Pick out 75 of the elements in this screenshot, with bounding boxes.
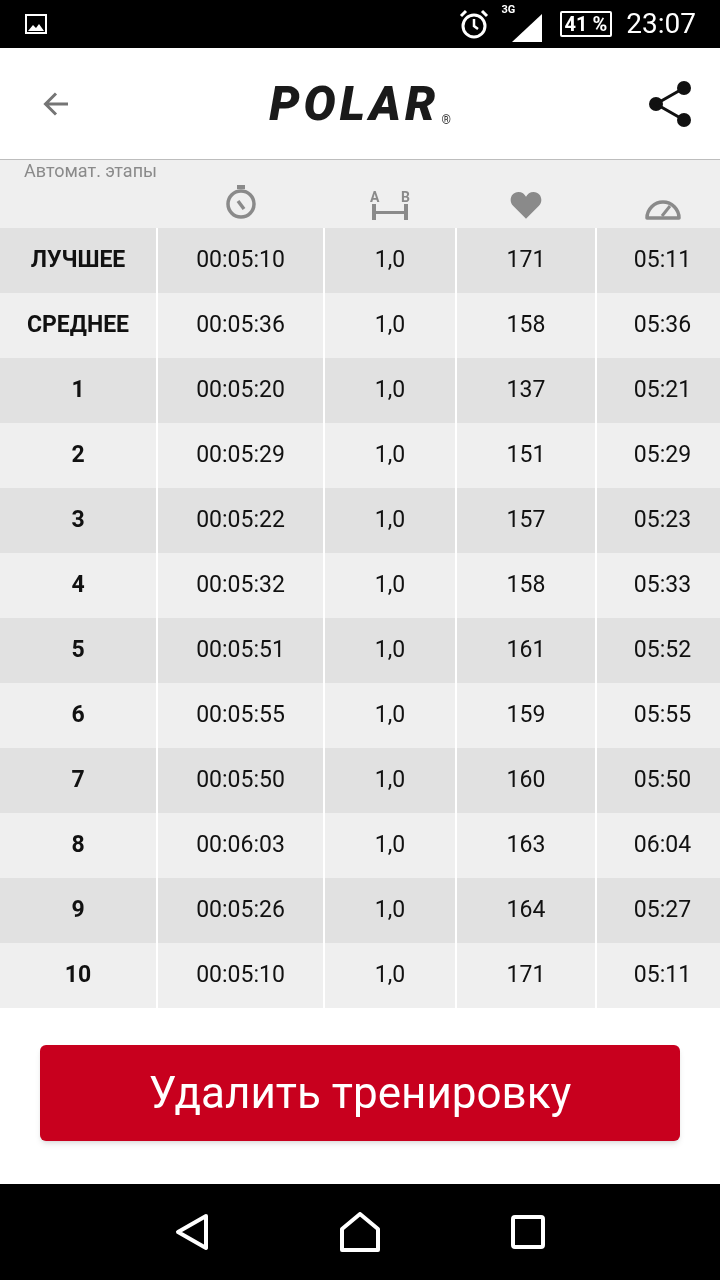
table-cell: 157 (457, 488, 595, 553)
alarm-clock-icon (457, 8, 490, 40)
table-cell: 06:04 (597, 813, 720, 878)
table-cell: 05:11 (597, 228, 720, 293)
table-cell: 1,0 (325, 878, 455, 943)
heart-icon (509, 190, 543, 220)
image-notification-icon (24, 12, 48, 36)
table-cell: 160 (457, 748, 595, 813)
table-cell: 05:21 (597, 358, 720, 423)
table-cell: 1,0 (325, 553, 455, 618)
table-cell: 171 (457, 943, 595, 1008)
lap-label: 3 (0, 488, 156, 553)
delete-training-button[interactable]: Удалить тренировку (40, 1045, 680, 1141)
stopwatch-icon (223, 184, 258, 220)
table-cell: 00:06:03 (158, 813, 323, 878)
recent-apps-icon[interactable] (510, 1215, 545, 1249)
table-cell: 00:05:55 (158, 683, 323, 748)
lap-label: ЛУЧШЕЕ (0, 228, 156, 293)
table-cell: 05:23 (597, 488, 720, 553)
table-cell: 00:05:29 (158, 423, 323, 488)
battery-indicator: 41 % (559, 11, 613, 37)
table-cell: 00:05:26 (158, 878, 323, 943)
network-type-label: 3G (501, 4, 516, 15)
table-cell: 00:05:10 (158, 943, 323, 1008)
signal-icon (511, 14, 542, 42)
home-icon[interactable] (340, 1212, 380, 1252)
table-cell: 00:05:36 (158, 293, 323, 358)
table-cell: 151 (457, 423, 595, 488)
table-cell: 1,0 (325, 683, 455, 748)
table-cell: 1,0 (325, 228, 455, 293)
table-cell: 159 (457, 683, 595, 748)
registered-mark: ® (441, 113, 451, 126)
polar-logo: POLAR (269, 79, 440, 128)
table-cell: 05:36 (597, 293, 720, 358)
lap-label: 7 (0, 748, 156, 813)
table-cell: 164 (457, 878, 595, 943)
table-cell: 158 (457, 553, 595, 618)
table-cell: 05:50 (597, 748, 720, 813)
table-cell: 00:05:32 (158, 553, 323, 618)
table-cell: 158 (457, 293, 595, 358)
table-cell: 137 (457, 358, 595, 423)
table-cell: 05:29 (597, 423, 720, 488)
lap-label: 4 (0, 553, 156, 618)
table-cell: 1,0 (325, 618, 455, 683)
table-cell: 05:27 (597, 878, 720, 943)
table-cell: 05:52 (597, 618, 720, 683)
lap-label: 8 (0, 813, 156, 878)
table-cell: 05:33 (597, 553, 720, 618)
table-cell: 05:11 (597, 943, 720, 1008)
table-cell: 1,0 (325, 748, 455, 813)
table-cell: 161 (457, 618, 595, 683)
table-cell: 1,0 (325, 488, 455, 553)
table-cell: 00:05:51 (158, 618, 323, 683)
table-cell: 1,0 (325, 423, 455, 488)
table-cell: 163 (457, 813, 595, 878)
table-cell: 00:05:10 (158, 228, 323, 293)
lap-label: 10 (0, 943, 156, 1008)
lap-label: 9 (0, 878, 156, 943)
lap-label: 6 (0, 683, 156, 748)
table-cell: 05:55 (597, 683, 720, 748)
lap-label: 2 (0, 423, 156, 488)
lap-label: 5 (0, 618, 156, 683)
table-cell: 00:05:20 (158, 358, 323, 423)
back-icon[interactable] (175, 1213, 210, 1251)
table-cell: 1,0 (325, 293, 455, 358)
table-cell: 1,0 (325, 358, 455, 423)
table-cell: 00:05:22 (158, 488, 323, 553)
lap-label: 1 (0, 358, 156, 423)
section-title: Автомат. этапы (23, 160, 158, 180)
lap-label: СРЕДНЕЕ (0, 293, 156, 358)
table-cell: 171 (457, 228, 595, 293)
table-cell: 1,0 (325, 813, 455, 878)
clock-time: 23:07 (626, 10, 696, 38)
table-cell: 00:05:50 (158, 748, 323, 813)
table-cell: 1,0 (325, 943, 455, 1008)
